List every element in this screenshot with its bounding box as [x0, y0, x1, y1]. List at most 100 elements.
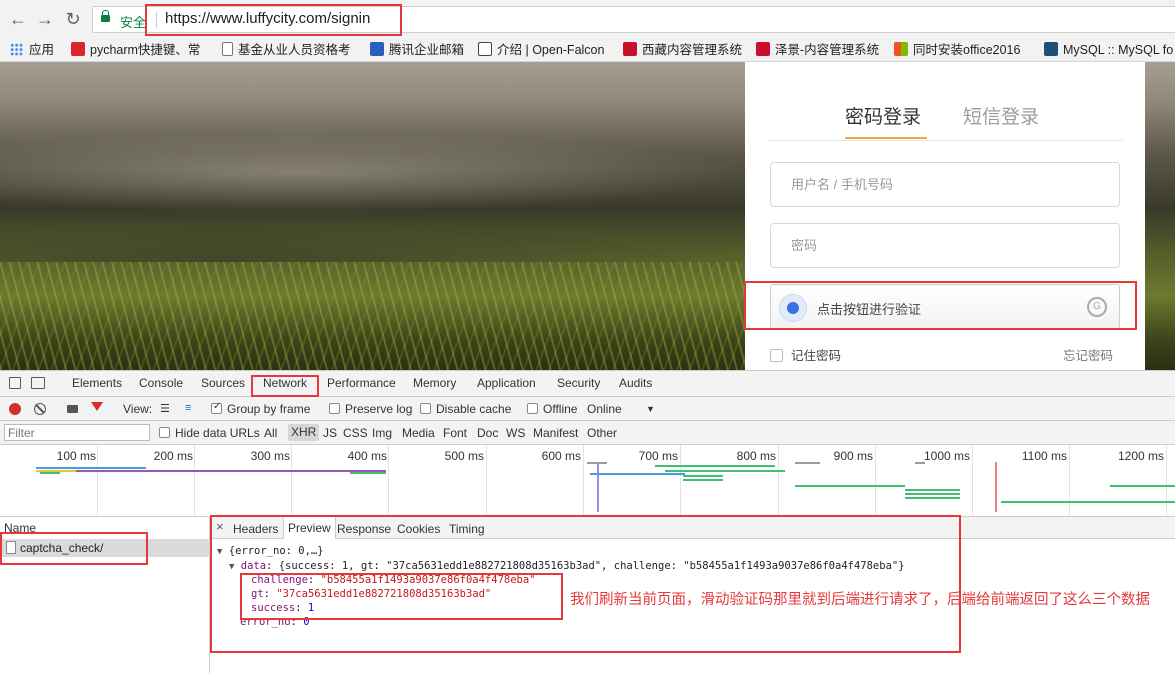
active-tab-underline	[845, 137, 927, 139]
timeline-bar	[905, 497, 960, 499]
timeline-bar	[350, 472, 386, 474]
filter-type-css[interactable]: CSS	[343, 426, 368, 440]
view-label: View:	[123, 402, 153, 416]
filter-icon[interactable]	[91, 402, 103, 411]
timeline-tick-label: 1100 ms	[1021, 449, 1067, 463]
bookmark-office2016[interactable]: 同时安装office2016	[894, 41, 1032, 59]
filter-type-media[interactable]: Media	[402, 426, 435, 440]
reload-icon[interactable]: ↻	[63, 9, 83, 29]
bookmark-tencent-mail[interactable]: 腾讯企业邮箱	[370, 41, 464, 59]
bookmark-zejing-cms[interactable]: 泽景-内容管理系统	[756, 41, 879, 59]
timeline-gridline	[388, 445, 389, 516]
clear-icon[interactable]	[34, 403, 46, 415]
large-rows-icon[interactable]: ☰	[160, 402, 170, 415]
preserve-log-checkbox[interactable]	[329, 403, 340, 414]
filter-type-xhr[interactable]: XHR	[288, 424, 320, 441]
disable-cache-toggle[interactable]: Disable cache	[420, 402, 511, 416]
forgot-password-link[interactable]: 忘记密码	[1063, 345, 1113, 364]
filter-type-other[interactable]: Other	[587, 426, 617, 440]
bookmark-pycharm[interactable]: pycharm快捷键、常	[71, 41, 200, 59]
bookmark-apps[interactable]: 应用	[10, 41, 54, 59]
apps-grid-icon	[10, 43, 23, 56]
devtools-tab-bar: Elements Console Sources Network Perform…	[0, 371, 1175, 397]
timeline-bar	[665, 470, 785, 472]
filter-type-doc[interactable]: Doc	[477, 426, 498, 440]
timeline-tick-label: 400 ms	[347, 449, 387, 463]
tab-password-login[interactable]: 密码登录	[845, 102, 921, 129]
hide-data-urls-checkbox[interactable]	[159, 427, 170, 438]
bookmark-tibet-cms[interactable]: 西藏内容管理系统	[623, 41, 742, 59]
timeline-bar	[915, 462, 925, 464]
timeline-bar	[587, 462, 607, 464]
background-grass	[0, 262, 745, 370]
timeline-tick-label: 600 ms	[541, 449, 581, 463]
timeline-gridline	[972, 445, 973, 516]
timeline-gridline	[194, 445, 195, 516]
waterfall-view-icon[interactable]: ≡	[185, 402, 191, 414]
disable-cache-checkbox[interactable]	[420, 403, 431, 414]
tab-security[interactable]: Security	[557, 376, 600, 390]
offline-toggle[interactable]: Offline	[527, 402, 577, 416]
timeline-bar	[683, 475, 723, 477]
chevron-down-icon[interactable]: ▼	[646, 404, 655, 414]
timeline-tick-label: 500 ms	[444, 449, 484, 463]
filter-type-ws[interactable]: WS	[506, 426, 525, 440]
filter-type-font[interactable]: Font	[443, 426, 467, 440]
tab-divider	[768, 140, 1123, 141]
throttling-select[interactable]: Online	[587, 402, 622, 416]
tab-application[interactable]: Application	[477, 376, 536, 390]
forward-arrow-icon[interactable]: →	[35, 9, 55, 29]
timeline-gridline	[875, 445, 876, 516]
filter-type-all[interactable]: All	[264, 426, 277, 440]
filter-type-manifest[interactable]: Manifest	[533, 426, 578, 440]
preserve-log-toggle[interactable]: Preserve log	[329, 402, 412, 416]
bookmark-mysql[interactable]: MySQL :: MySQL fo	[1044, 41, 1173, 59]
tab-audits[interactable]: Audits	[619, 376, 652, 390]
timeline-tick-label: 300 ms	[250, 449, 290, 463]
filter-type-img[interactable]: Img	[372, 426, 392, 440]
timeline-bar	[40, 472, 60, 474]
timeline-tick-label: 900 ms	[833, 449, 873, 463]
timeline-bar	[905, 489, 960, 491]
timeline-bar	[1110, 485, 1175, 487]
data-fields-highlight-box	[240, 573, 563, 620]
tab-sources[interactable]: Sources	[201, 376, 245, 390]
tab-performance[interactable]: Performance	[327, 376, 396, 390]
timeline-tick-label: 700 ms	[638, 449, 678, 463]
tab-console[interactable]: Console	[139, 376, 183, 390]
timeline-bar	[683, 479, 723, 481]
filter-type-js[interactable]: JS	[323, 426, 337, 440]
timeline-gridline	[680, 445, 681, 516]
mysql-icon	[1044, 42, 1058, 56]
hide-data-urls-toggle[interactable]: Hide data URLs	[159, 426, 260, 440]
book-icon	[478, 42, 492, 56]
timeline-tick-label: 1200 ms	[1117, 449, 1164, 463]
remember-checkbox[interactable]	[770, 349, 783, 362]
timeline-gridline	[291, 445, 292, 516]
tab-elements[interactable]: Elements	[72, 376, 122, 390]
bookmark-open-falcon[interactable]: 介绍 | Open-Falcon	[478, 41, 604, 59]
group-by-frame-toggle[interactable]: Group by frame	[211, 401, 310, 416]
filter-input[interactable]	[4, 424, 150, 441]
screenshot-camera-icon[interactable]	[67, 405, 78, 413]
network-overview-timeline[interactable]: 100 ms 200 ms 300 ms 400 ms 500 ms 600 m…	[0, 445, 1175, 517]
filter-bar: Hide data URLs All XHR JS CSS Img Media …	[0, 421, 1175, 445]
bookmark-fund-exam[interactable]: 基金从业人员资格考	[222, 41, 357, 59]
offline-checkbox[interactable]	[527, 403, 538, 414]
office-icon	[894, 42, 908, 56]
inspect-element-icon[interactable]	[9, 377, 21, 389]
record-icon[interactable]	[9, 403, 21, 415]
timeline-bar	[36, 467, 146, 469]
username-field[interactable]	[770, 162, 1120, 207]
device-toolbar-icon[interactable]	[31, 377, 45, 389]
tab-sms-login[interactable]: 短信登录	[963, 102, 1039, 129]
bookmarks-bar: 应用 pycharm快捷键、常 基金从业人员资格考 腾讯企业邮箱 介绍 | Op…	[0, 38, 1175, 62]
secure-label: 安全	[120, 15, 147, 30]
remember-password[interactable]: 记住密码	[770, 345, 841, 364]
back-arrow-icon[interactable]: ←	[8, 9, 28, 29]
timeline-tick-label: 100 ms	[56, 449, 96, 463]
password-field[interactable]	[770, 223, 1120, 268]
timeline-tick-label: 1000 ms	[923, 449, 970, 463]
tab-memory[interactable]: Memory	[413, 376, 456, 390]
group-by-frame-checkbox[interactable]	[211, 401, 222, 414]
